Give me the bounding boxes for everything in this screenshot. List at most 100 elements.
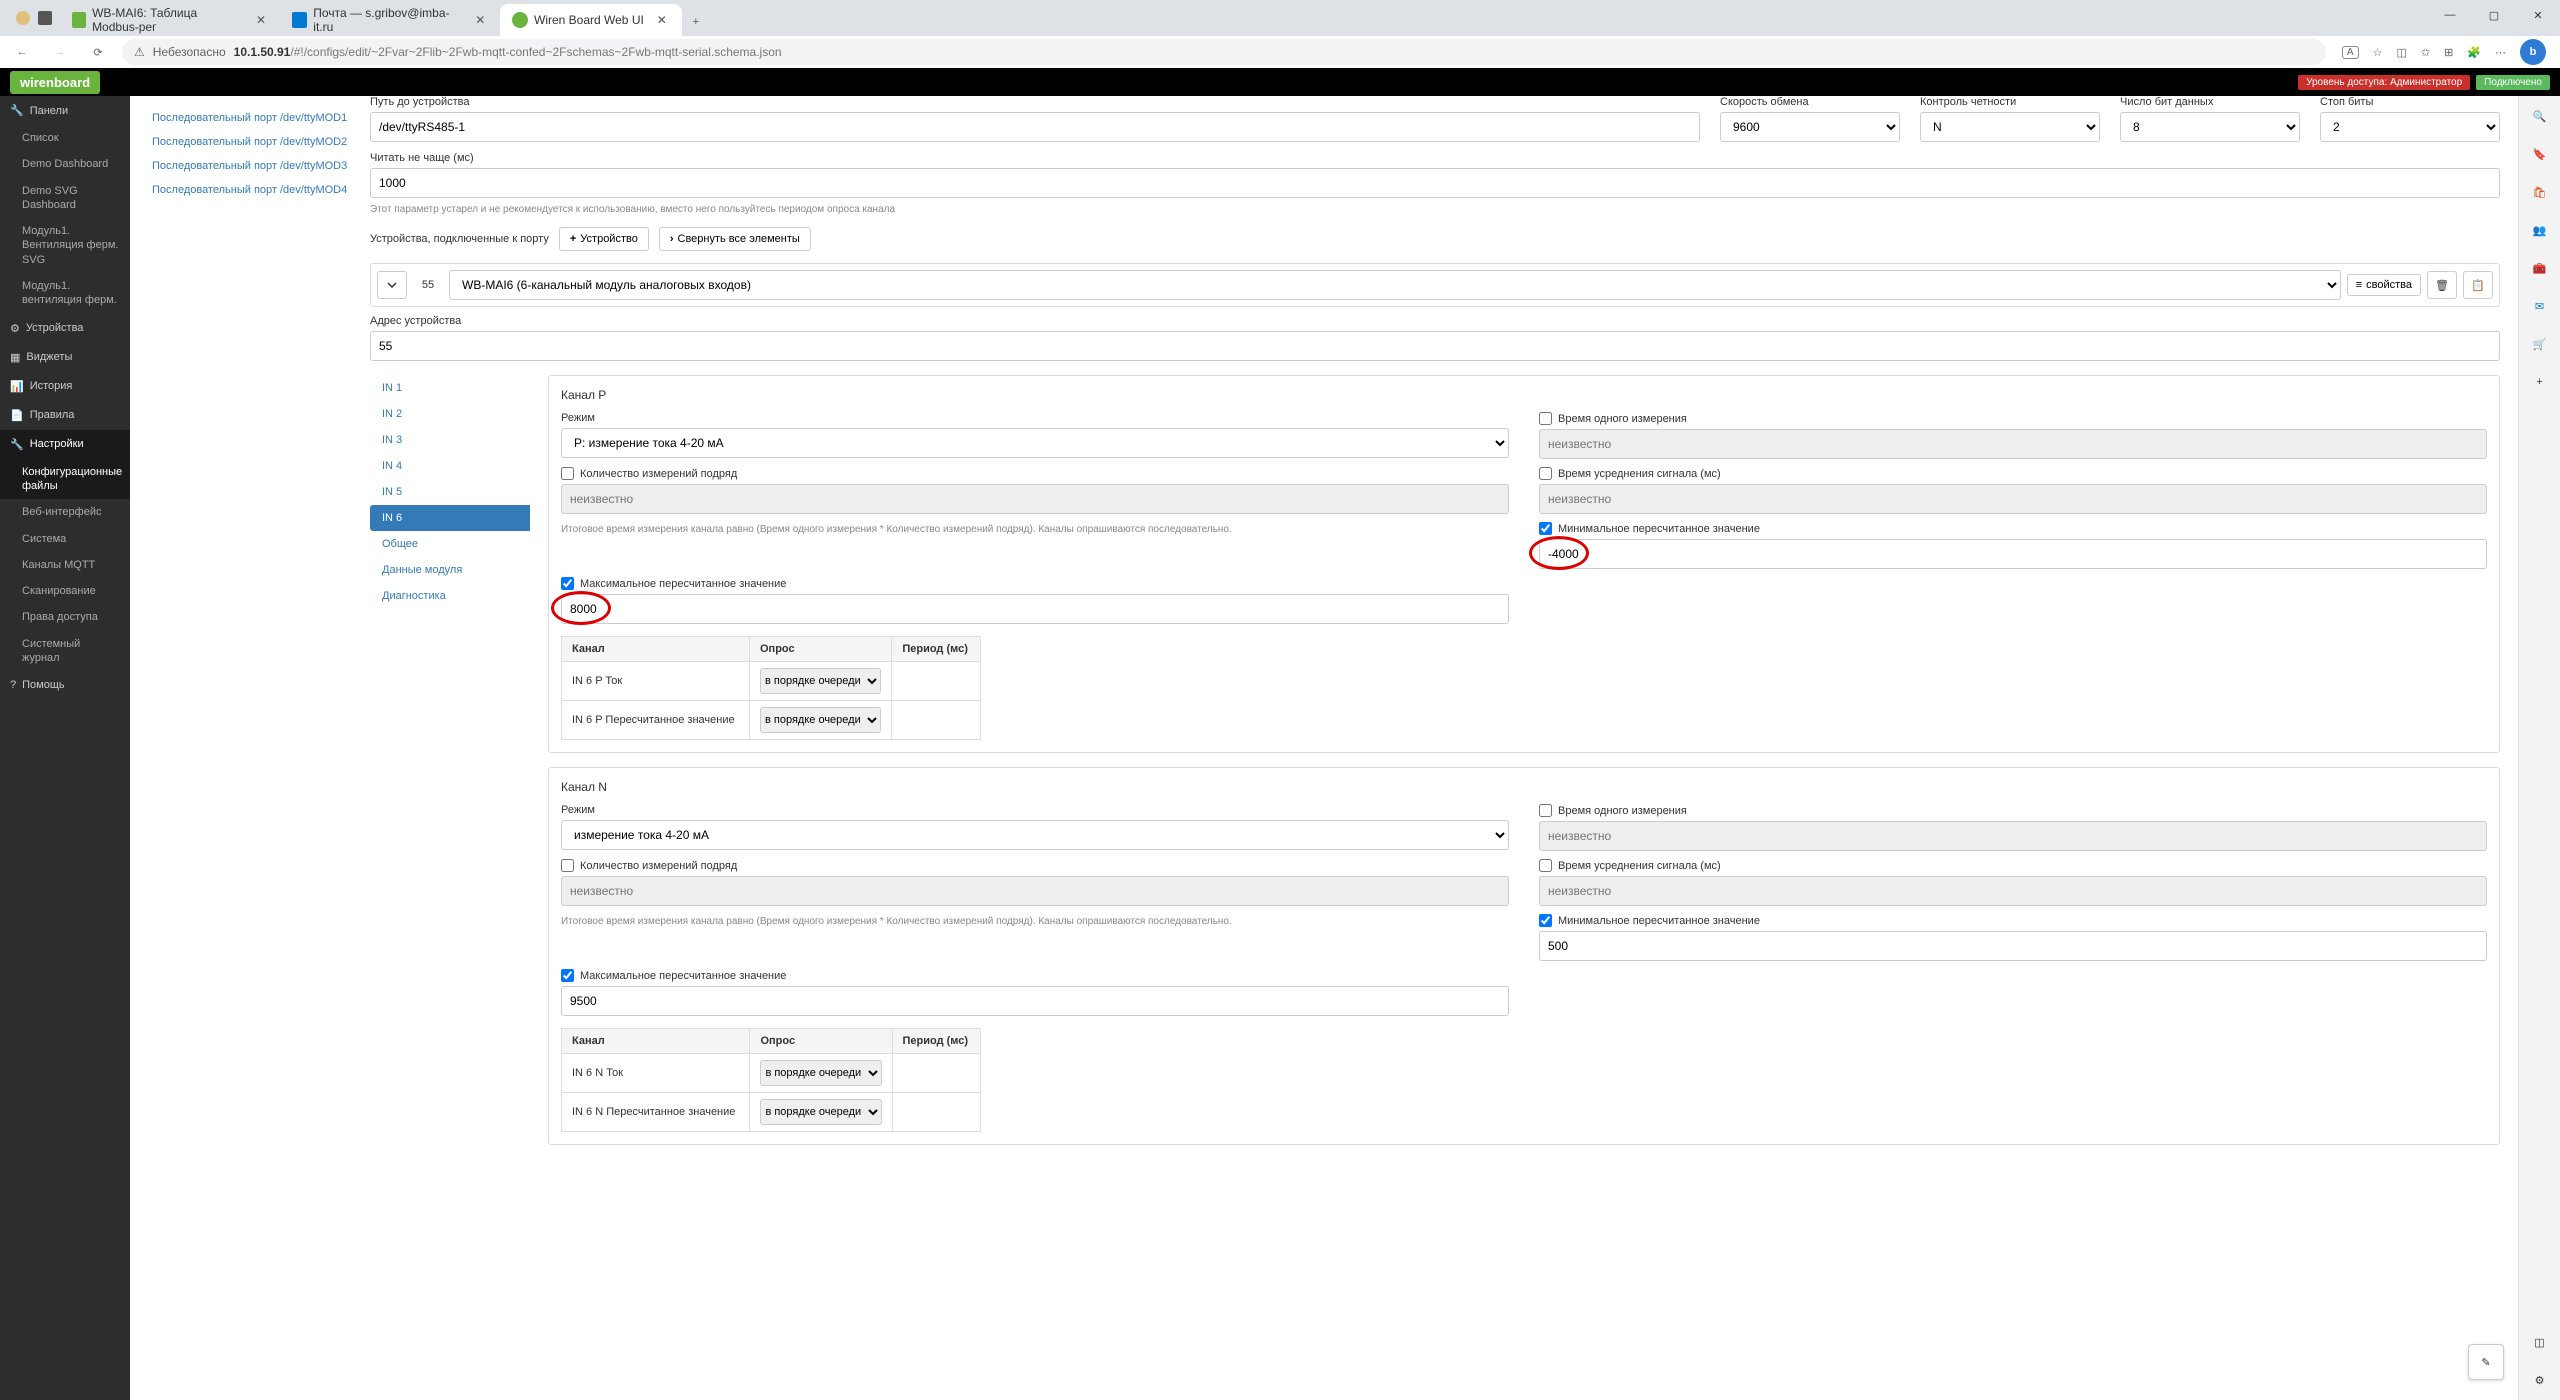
menu-icon[interactable]: ⋯ — [2495, 46, 2506, 59]
meas-count-checkbox[interactable] — [561, 859, 574, 872]
port-link[interactable]: Последовательный порт /dev/ttyMOD2 — [148, 130, 370, 154]
max-recalc-input[interactable] — [561, 594, 1509, 624]
nav-item-system[interactable]: Система — [0, 526, 130, 552]
nav-panels[interactable]: 🔧Панели — [0, 96, 130, 125]
tools-icon[interactable]: 🧰 — [2528, 256, 2552, 280]
max-recalc-checkbox[interactable] — [561, 969, 574, 982]
extensions-icon[interactable]: 🧩 — [2467, 46, 2481, 59]
poll-select[interactable]: в порядке очереди — [760, 707, 881, 733]
meas-time-checkbox[interactable] — [1539, 804, 1552, 817]
add-device-button[interactable]: + Устройство — [559, 227, 649, 251]
tab-in1[interactable]: IN 1 — [370, 375, 530, 401]
cart-icon[interactable]: 🛒 — [2528, 332, 2552, 356]
favorites-icon[interactable]: ✩ — [2421, 46, 2430, 59]
nav-widgets[interactable]: ▦Виджеты — [0, 343, 130, 372]
nav-item-access[interactable]: Права доступа — [0, 604, 130, 630]
nav-item-config-files[interactable]: Конфигурационные файлы — [0, 459, 130, 500]
delete-device-button[interactable]: 🗑 — [2427, 271, 2457, 299]
nav-item-mod1-svg[interactable]: Модуль1. Вентиляция ферм. SVG — [0, 218, 130, 273]
nav-item-demo-svg[interactable]: Demo SVG Dashboard — [0, 178, 130, 219]
nav-item-scan[interactable]: Сканирование — [0, 578, 130, 604]
back-button[interactable]: ← — [8, 38, 36, 66]
nav-help[interactable]: ?Помощь — [0, 671, 130, 699]
new-tab-button[interactable]: + — [682, 8, 710, 36]
max-recalc-checkbox[interactable] — [561, 577, 574, 590]
port-link[interactable]: Последовательный порт /dev/ttyMOD1 — [148, 106, 370, 130]
stopbits-select[interactable]: 2 — [2320, 112, 2500, 142]
min-recalc-checkbox[interactable] — [1539, 914, 1552, 927]
avg-time-checkbox[interactable] — [1539, 859, 1552, 872]
poll-select[interactable]: в порядке очереди — [760, 1099, 881, 1125]
close-tab-icon[interactable]: ✕ — [473, 12, 488, 28]
poll-select[interactable]: в порядке очереди — [760, 668, 881, 694]
copy-device-button[interactable]: 📋 — [2463, 271, 2493, 299]
device-path-input[interactable] — [370, 112, 1700, 142]
speed-select[interactable]: 9600 — [1720, 112, 1900, 142]
poll-select[interactable]: в порядке очереди — [760, 1060, 881, 1086]
mode-select[interactable]: измерение тока 4-20 мА — [561, 820, 1509, 850]
forward-button[interactable]: → — [46, 38, 74, 66]
nav-settings[interactable]: 🔧Настройки — [0, 430, 130, 459]
outlook-icon[interactable]: ✉ — [2528, 294, 2552, 318]
nav-item-demo-dash[interactable]: Demo Dashboard — [0, 151, 130, 177]
device-address-input[interactable] — [370, 331, 2500, 361]
logo[interactable]: wirenboard — [10, 71, 100, 94]
browser-tab-0[interactable]: WB-MAI6: Таблица Modbus-рег ✕ — [60, 4, 280, 36]
nav-item-mqtt[interactable]: Каналы MQTT — [0, 552, 130, 578]
tab-in6[interactable]: IN 6 — [370, 505, 530, 531]
collections-icon[interactable]: ⊞ — [2444, 46, 2453, 59]
meas-time-checkbox[interactable] — [1539, 412, 1552, 425]
device-template-select[interactable]: WB-MAI6 (6-канальный модуль аналоговых в… — [449, 270, 2341, 300]
collapse-all-button[interactable]: › Свернуть все элементы — [659, 227, 811, 251]
collapse-device-button[interactable] — [377, 271, 407, 299]
settings-icon[interactable]: ⚙ — [2528, 1368, 2552, 1392]
tab-in2[interactable]: IN 2 — [370, 401, 530, 427]
nav-devices[interactable]: ⚙Устройства — [0, 314, 130, 343]
reload-button[interactable]: ⟳ — [84, 38, 112, 66]
close-tab-icon[interactable]: ✕ — [654, 12, 670, 28]
nav-item-syslog[interactable]: Системный журнал — [0, 631, 130, 672]
shopping-icon[interactable]: 🛍 — [2528, 180, 2552, 204]
parity-select[interactable]: N — [1920, 112, 2100, 142]
avg-time-checkbox[interactable] — [1539, 467, 1552, 480]
bing-icon[interactable]: b — [2520, 39, 2546, 65]
nav-rules[interactable]: 📄Правила — [0, 401, 130, 430]
minimize-button[interactable]: — — [2428, 0, 2472, 30]
search-icon[interactable]: 🔍 — [2528, 104, 2552, 128]
nav-item-list[interactable]: Список — [0, 125, 130, 151]
min-recalc-checkbox[interactable] — [1539, 522, 1552, 535]
tab-diagnostics[interactable]: Диагностика — [370, 583, 530, 609]
properties-button[interactable]: ≡ свойства — [2347, 274, 2421, 296]
tag-icon[interactable]: 🔖 — [2528, 142, 2552, 166]
scroll-top-button[interactable]: ✎ — [2468, 1344, 2504, 1380]
nav-item-web-ui[interactable]: Веб-интерфейс — [0, 499, 130, 525]
mode-select[interactable]: P: измерение тока 4-20 мА — [561, 428, 1509, 458]
url-field[interactable]: ⚠ Небезопасно 10.1.50.91/#!/configs/edit… — [122, 39, 2326, 65]
nav-history[interactable]: 📊История — [0, 372, 130, 401]
close-tab-icon[interactable]: ✕ — [254, 12, 268, 28]
tab-module-data[interactable]: Данные модуля — [370, 557, 530, 583]
people-icon[interactable]: 👥 — [2528, 218, 2552, 242]
port-link[interactable]: Последовательный порт /dev/ttyMOD3 — [148, 154, 370, 178]
sidepanel-icon[interactable]: ◫ — [2396, 46, 2406, 59]
meas-count-checkbox[interactable] — [561, 467, 574, 480]
tab-in3[interactable]: IN 3 — [370, 427, 530, 453]
panel-toggle-icon[interactable]: ◫ — [2528, 1330, 2552, 1354]
nav-item-mod1-vent[interactable]: Модуль1. вентиляция ферм. — [0, 273, 130, 314]
tab-general[interactable]: Общее — [370, 531, 530, 557]
tab-in5[interactable]: IN 5 — [370, 479, 530, 505]
port-link[interactable]: Последовательный порт /dev/ttyMOD4 — [148, 178, 370, 202]
star-icon[interactable]: ☆ — [2373, 46, 2383, 59]
tab-in4[interactable]: IN 4 — [370, 453, 530, 479]
max-recalc-input[interactable] — [561, 986, 1509, 1016]
min-recalc-input[interactable] — [1539, 931, 2487, 961]
plus-icon[interactable]: + — [2528, 370, 2552, 394]
browser-tab-1[interactable]: Почта — s.gribov@imba-it.ru ✕ — [280, 4, 500, 36]
maximize-button[interactable]: ▢ — [2472, 0, 2516, 30]
close-window-button[interactable]: ✕ — [2516, 0, 2560, 30]
browser-tab-2[interactable]: Wiren Board Web UI ✕ — [500, 4, 682, 36]
min-recalc-input[interactable] — [1539, 539, 2487, 569]
reader-badge[interactable]: A — [2342, 46, 2359, 59]
interval-input[interactable] — [370, 168, 2500, 198]
databits-select[interactable]: 8 — [2120, 112, 2300, 142]
